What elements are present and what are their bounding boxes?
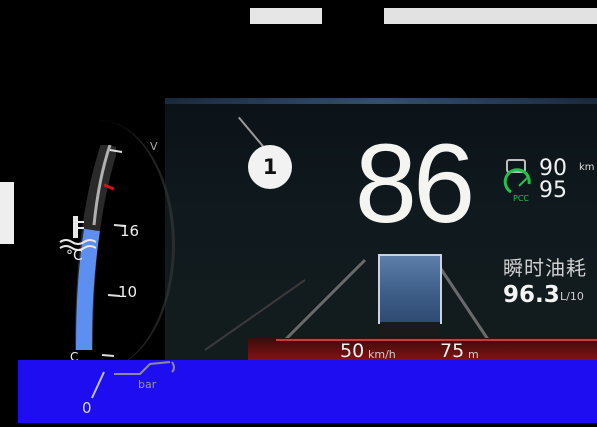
coolant-top-mark: V — [150, 140, 158, 153]
speed-limit-panel: 90 km 95 PCC — [503, 156, 597, 208]
coolant-tick-10: 10 — [118, 283, 138, 301]
oil-gauge-needle — [91, 371, 105, 399]
left-edge-panel — [0, 182, 14, 244]
speed-limit-lower: 95 — [539, 178, 567, 203]
speed-limit-upper: 90 — [539, 156, 567, 181]
fuel-consumption-value: 96.3 — [503, 282, 560, 308]
following-distance-line — [276, 339, 597, 341]
coolant-tick-marks — [101, 149, 127, 357]
oil-pressure-icon — [114, 361, 175, 375]
following-distance-bar — [248, 338, 597, 362]
lead-vehicle-icon — [378, 254, 442, 324]
pcc-badge: PCC — [513, 194, 529, 203]
fuel-consumption-label: 瞬时油耗 — [503, 256, 587, 280]
lead-vehicle-wheels — [380, 322, 440, 336]
top-bar-left — [250, 8, 322, 24]
lead-vehicle-speed: 50 — [340, 340, 365, 362]
following-gap: 75 — [440, 340, 465, 362]
top-bar-right — [384, 8, 597, 24]
coolant-tick-16: 16 — [120, 222, 140, 240]
current-speed: 86 — [354, 121, 476, 246]
coolant-unit: °C — [66, 248, 83, 264]
instrument-cluster: 16 10 V C °C 1 86 90 km 95 PCC 瞬时油耗 96.3… — [0, 0, 597, 427]
oil-gauge-zero: 0 — [82, 399, 92, 417]
oil-pressure-unit: bar — [138, 378, 157, 391]
callout-badge: 1 — [248, 145, 292, 189]
fuel-consumption-unit: L/10 — [560, 290, 584, 303]
speed-limit-unit: km — [579, 162, 595, 173]
